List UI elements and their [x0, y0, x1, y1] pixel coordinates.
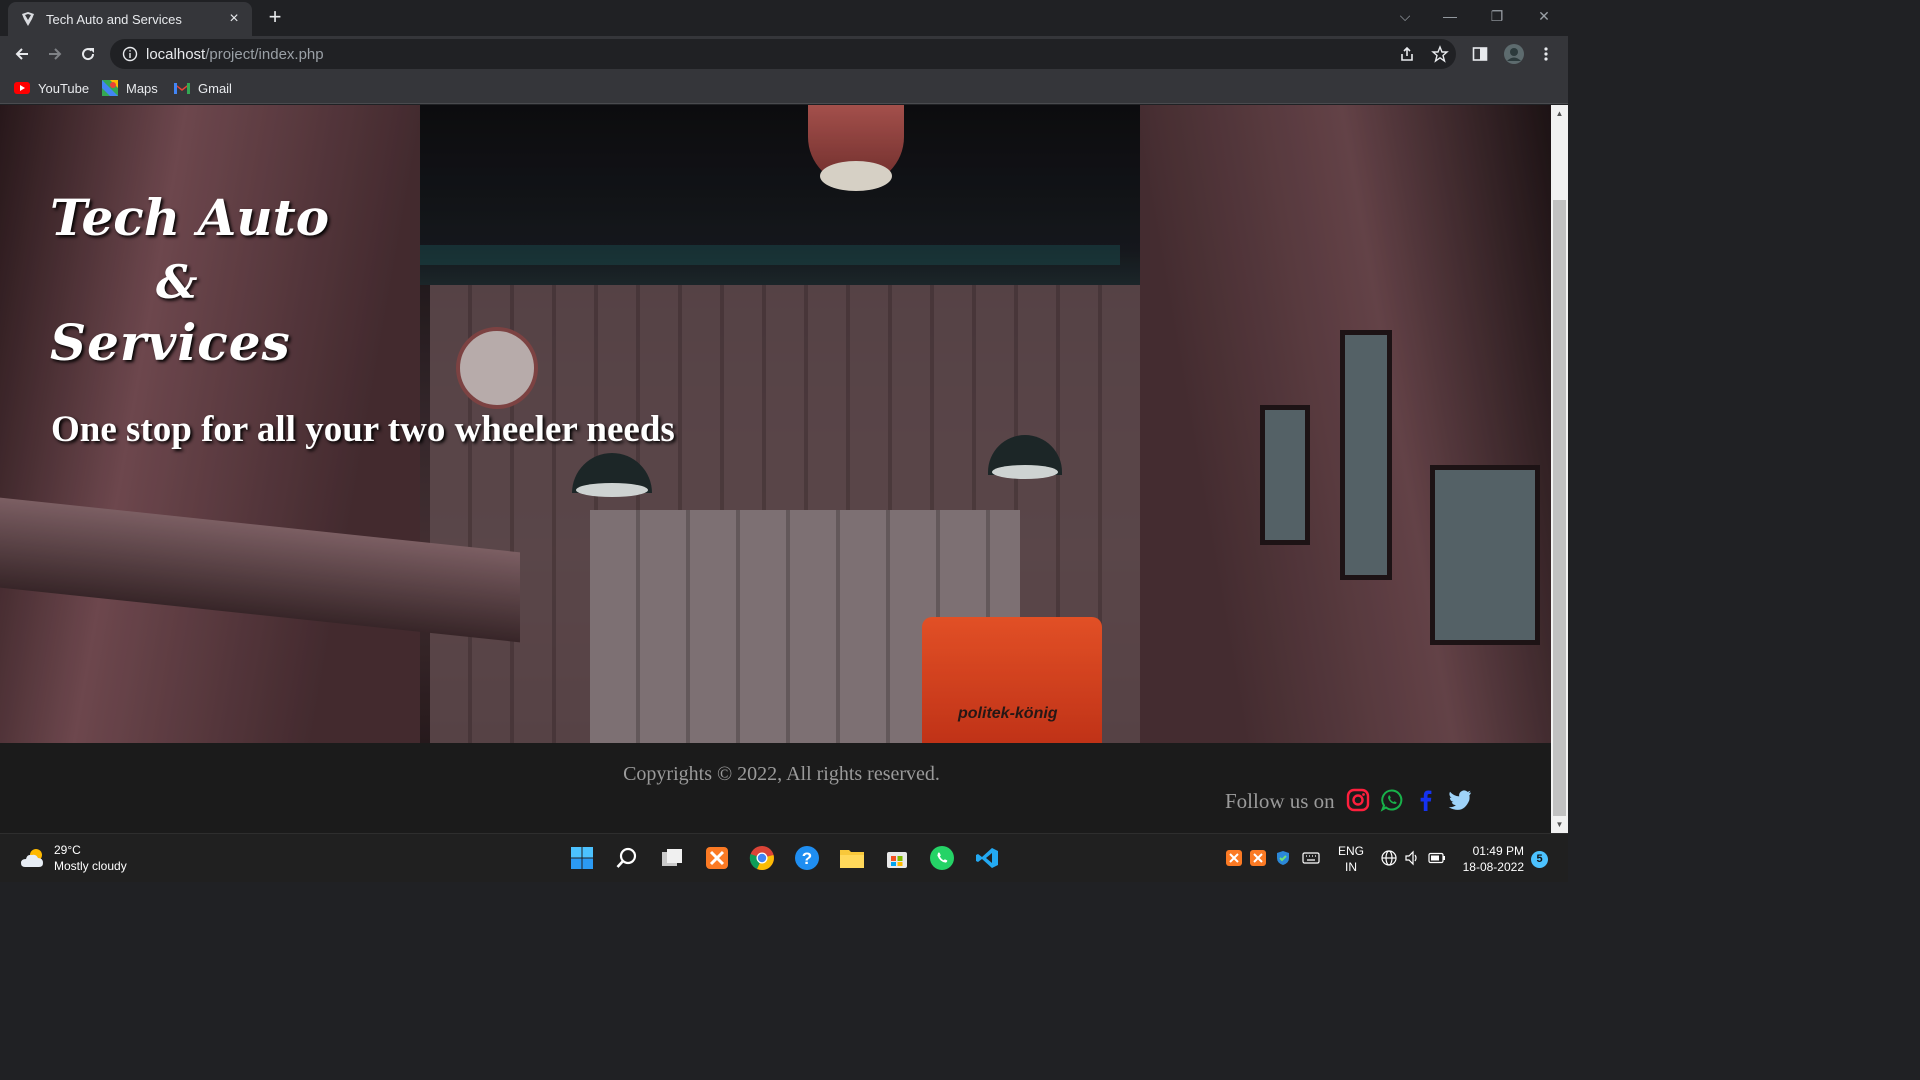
follow-us-label: Follow us on	[1225, 789, 1335, 813]
address-path: /project/index.php	[205, 45, 324, 63]
file-explorer-icon[interactable]	[837, 843, 867, 873]
search-icon[interactable]	[612, 843, 642, 873]
bookmark-star-icon[interactable]	[1428, 42, 1452, 66]
notification-badge[interactable]: 5	[1531, 851, 1548, 868]
share-icon[interactable]	[1395, 42, 1419, 66]
tab-close-button[interactable]: ×	[224, 9, 244, 29]
clock-time: 01:49 PM	[1472, 844, 1524, 858]
windows-taskbar: 29°C Mostly cloudy ? ENG IN 01:49 PM 18-…	[0, 833, 1568, 882]
whatsapp-app-icon[interactable]	[927, 843, 957, 873]
scroll-up-arrow-icon[interactable]: ▲	[1551, 105, 1568, 122]
twitter-icon[interactable]	[1447, 787, 1473, 813]
hero-tagline: One stop for all your two wheeler needs	[51, 409, 675, 450]
weather-temperature: 29°C	[54, 843, 81, 857]
weather-widget[interactable]: 29°C Mostly cloudy	[20, 842, 127, 874]
scroll-down-arrow-icon[interactable]: ▼	[1551, 816, 1568, 833]
reload-icon	[82, 48, 95, 61]
reload-button[interactable]	[74, 40, 102, 68]
scrollbar-thumb[interactable]	[1553, 200, 1566, 816]
forward-button[interactable]	[41, 40, 69, 68]
bookmark-label: Gmail	[198, 80, 232, 96]
address-host: localhost	[146, 45, 206, 63]
battery-icon[interactable]	[1428, 849, 1446, 867]
language-indicator[interactable]: ENG IN	[1338, 843, 1364, 875]
copyright-text: Copyrights © 2022, All rights reserved.	[623, 763, 940, 785]
xampp-tray-icon[interactable]	[1249, 849, 1267, 867]
hero-section: politek-könig Tech Auto & Services One s…	[0, 105, 1551, 743]
side-panel-icon[interactable]	[1468, 42, 1492, 66]
page-viewport: politek-könig Tech Auto & Services One s…	[0, 105, 1551, 833]
window-close-button[interactable]: ✕	[1524, 4, 1564, 28]
browser-menu-icon[interactable]	[1534, 42, 1558, 66]
help-icon[interactable]: ?	[792, 843, 822, 873]
xampp-tray-icon[interactable]	[1225, 849, 1243, 867]
whatsapp-icon[interactable]	[1379, 787, 1405, 813]
hero-title-line2: &	[156, 255, 198, 309]
new-tab-button[interactable]: +	[262, 6, 288, 30]
forward-arrow-icon	[49, 48, 62, 60]
tab-strip: Tech Auto and Services × + ⌵ — ❐ ✕	[0, 0, 1568, 36]
volume-icon[interactable]	[1403, 849, 1421, 867]
cloud-sun-icon	[21, 849, 43, 867]
bookmark-maps[interactable]: Maps	[102, 78, 158, 98]
minimize-button[interactable]: —	[1430, 4, 1470, 28]
gmail-icon	[174, 80, 190, 96]
browser-toolbar: localhost/project/index.php	[0, 36, 1568, 72]
windows-logo-icon	[571, 847, 593, 869]
bookmark-youtube[interactable]: YouTube	[14, 78, 89, 98]
bookmark-label: Maps	[126, 80, 158, 96]
page-scrollbar[interactable]: ▲ ▼	[1551, 105, 1568, 833]
network-globe-icon[interactable]	[1380, 849, 1398, 867]
vscode-icon[interactable]	[972, 843, 1002, 873]
svg-text:?: ?	[802, 849, 812, 868]
bookmark-gmail[interactable]: Gmail	[174, 78, 232, 98]
chrome-icon[interactable]	[747, 843, 777, 873]
start-button[interactable]	[567, 843, 597, 873]
facebook-icon[interactable]	[1413, 787, 1439, 813]
back-button[interactable]	[8, 40, 36, 68]
youtube-icon	[14, 80, 30, 96]
maps-icon	[102, 80, 118, 96]
profile-avatar[interactable]	[1502, 42, 1526, 66]
tab-title: Tech Auto and Services	[46, 11, 182, 27]
bookmark-label: YouTube	[38, 80, 90, 96]
task-view-icon[interactable]	[657, 843, 687, 873]
microsoft-store-icon[interactable]	[882, 843, 912, 873]
address-bar[interactable]: localhost/project/index.php	[110, 39, 1456, 69]
site-info-icon[interactable]	[122, 46, 138, 62]
bookmarks-bar: YouTube Maps Gmail	[0, 72, 1568, 104]
weather-description: Mostly cloudy	[54, 859, 127, 873]
instagram-icon[interactable]	[1345, 787, 1371, 813]
tab-search-icon[interactable]: ⌵	[1385, 4, 1425, 28]
back-arrow-icon	[15, 48, 28, 60]
page-footer: Copyrights © 2022, All rights reserved. …	[0, 743, 1551, 833]
clock-date: 18-08-2022	[1462, 860, 1524, 874]
keyboard-icon[interactable]	[1302, 849, 1320, 867]
hero-title-line3: Services	[50, 313, 291, 372]
security-shield-icon[interactable]	[1274, 849, 1292, 867]
system-clock[interactable]: 01:49 PM 18-08-2022	[1458, 843, 1524, 875]
browser-tab[interactable]: Tech Auto and Services ×	[8, 2, 252, 36]
restore-button[interactable]: ❐	[1477, 4, 1517, 28]
site-favicon-icon	[20, 11, 36, 27]
hero-title-line1: Tech Auto	[50, 188, 330, 247]
xampp-icon[interactable]	[702, 843, 732, 873]
